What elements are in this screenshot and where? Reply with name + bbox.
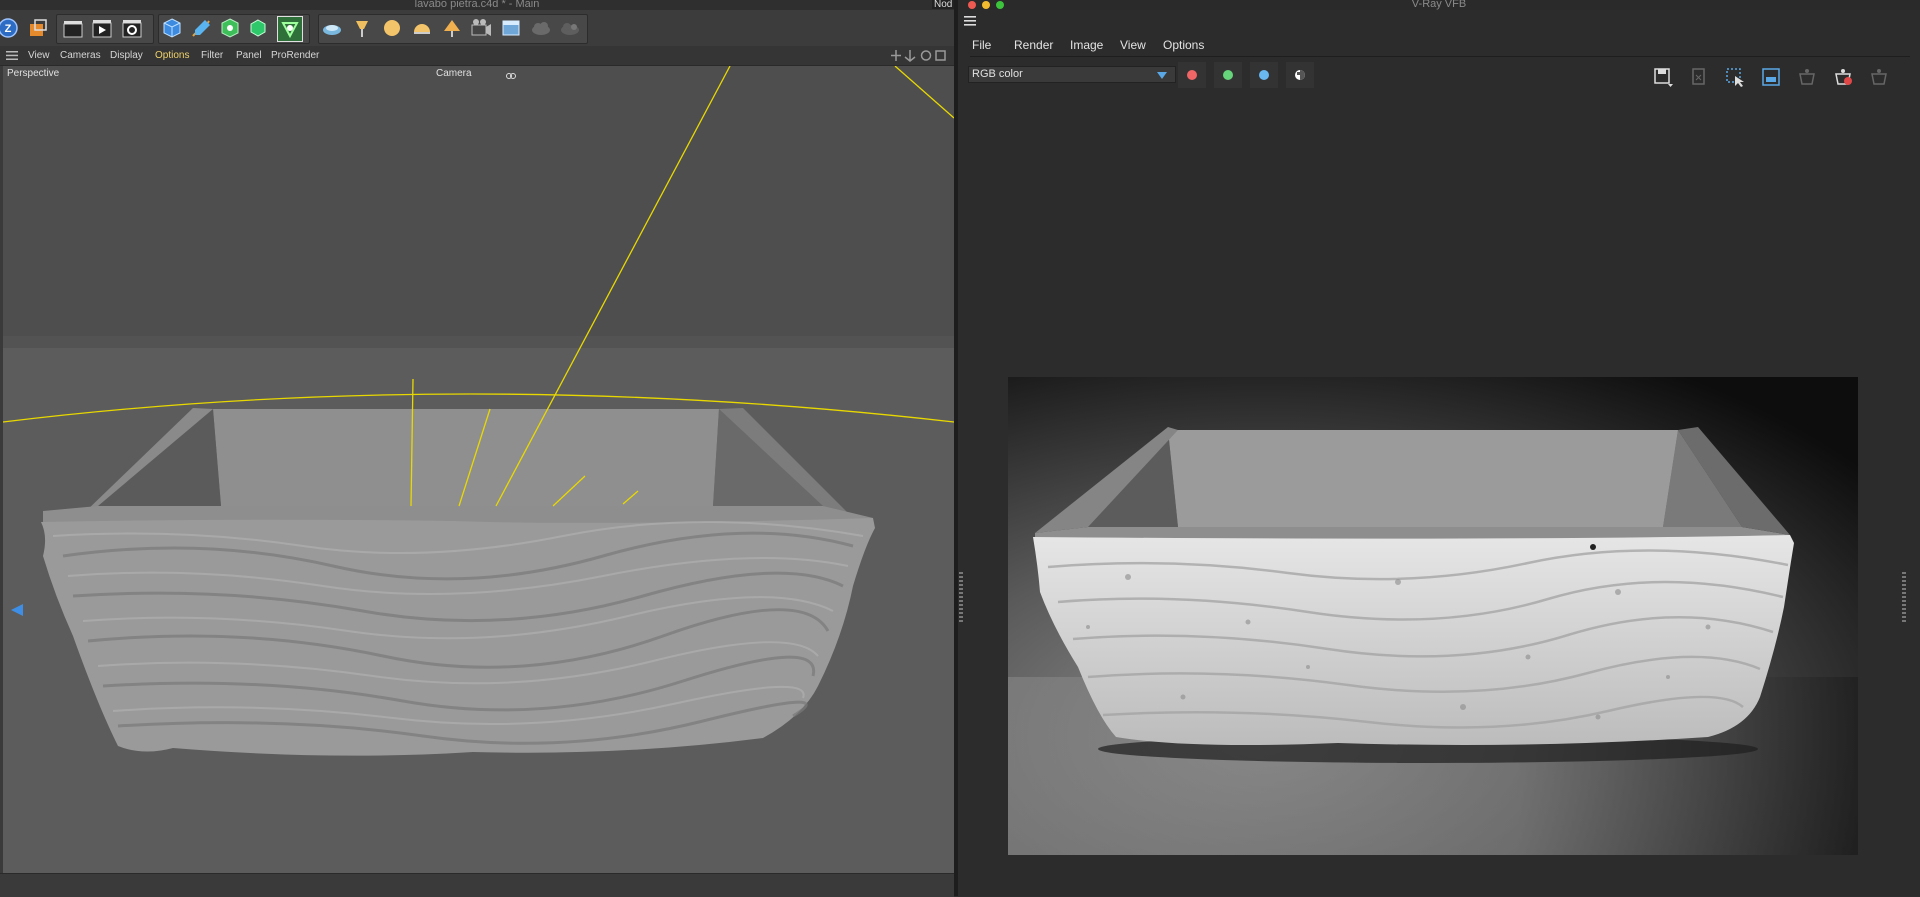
stop-render-icon[interactable]	[1832, 66, 1854, 86]
frame-icon[interactable]	[1760, 66, 1782, 86]
z-logo-icon[interactable]: Z	[0, 16, 20, 40]
render-settings-icon[interactable]	[120, 16, 144, 40]
menu-panel[interactable]: Panel	[236, 50, 262, 61]
minimize-window-icon[interactable]	[982, 1, 990, 9]
chevron-down-icon	[1157, 72, 1167, 79]
zoom-view-icon	[904, 50, 916, 62]
cloud-icon[interactable]	[529, 16, 553, 40]
sky-icon[interactable]	[320, 16, 344, 40]
render-teapot-icon[interactable]	[1868, 66, 1890, 86]
vfb-menu-file[interactable]: File	[972, 38, 991, 52]
deformer-icon[interactable]	[246, 16, 270, 40]
hamburger-icon[interactable]	[6, 51, 18, 60]
region-render-icon[interactable]	[1724, 66, 1746, 87]
pen-spline-icon[interactable]	[189, 16, 213, 40]
maximize-window-icon[interactable]	[996, 1, 1004, 9]
channel-select-value: RGB color	[972, 68, 1023, 80]
menu-prorender[interactable]: ProRender	[271, 50, 319, 61]
menu-options[interactable]: Options	[155, 50, 189, 61]
viewport-scene	[3, 66, 954, 873]
vfb-menu-render[interactable]: Render	[1014, 38, 1053, 52]
vfb-menu-bar: File Render Image View Options	[970, 34, 1910, 57]
c4d-bottom-bar	[0, 873, 954, 897]
red-dot-icon	[1187, 70, 1197, 80]
vfb-hamburger-icon[interactable]	[964, 14, 978, 26]
subdivision-icon[interactable]	[218, 16, 242, 40]
close-window-icon[interactable]	[968, 1, 976, 9]
clear-image-icon[interactable]	[1688, 66, 1710, 86]
blue-dot-icon	[1259, 70, 1269, 80]
c4d-title-bar: lavabo pietra.c4d * - Main	[0, 0, 954, 10]
right-resize-grip[interactable]	[1902, 572, 1906, 624]
background-icon[interactable]	[499, 16, 523, 40]
floor-lamp-icon[interactable]	[350, 16, 374, 40]
rendered-image	[1008, 377, 1858, 855]
dome-light-icon[interactable]	[410, 16, 434, 40]
menu-cameras[interactable]: Cameras	[60, 50, 101, 61]
vfb-menu-options[interactable]: Options	[1163, 38, 1204, 52]
alpha-icon	[1295, 70, 1305, 80]
channel-select[interactable]: RGB color	[968, 66, 1176, 83]
svg-text:Z: Z	[5, 23, 12, 35]
c4d-window: lavabo pietra.c4d * - Main Z View Camera…	[0, 0, 954, 897]
save-image-icon[interactable]	[1652, 66, 1674, 87]
vray-vfb-window: V-Ray VFB File Render Image View Options…	[954, 0, 1920, 896]
camera-icon[interactable]	[469, 16, 493, 40]
left-resize-grip[interactable]	[959, 572, 963, 624]
clapboard-icon[interactable]	[61, 16, 85, 40]
vfb-title-bar: V-Ray VFB	[958, 0, 1920, 10]
vfb-menu-view[interactable]: View	[1120, 38, 1146, 52]
perspective-viewport[interactable]: Perspective Camera	[3, 66, 954, 873]
maximize-view-icon	[935, 50, 946, 61]
spot-light-icon[interactable]	[440, 16, 464, 40]
camera-link-icon[interactable]	[506, 68, 516, 79]
vfb-menu-image[interactable]: Image	[1070, 38, 1103, 52]
green-dot-icon	[1223, 70, 1233, 80]
menu-filter[interactable]: Filter	[201, 50, 223, 61]
move-view-icon	[891, 50, 901, 61]
menu-view[interactable]: View	[28, 50, 50, 61]
vfb-toolbar: RGB color	[968, 62, 1908, 90]
green-channel-toggle[interactable]	[1214, 62, 1242, 88]
blue-channel-toggle[interactable]	[1250, 62, 1278, 88]
viewport-menu-bar: View Cameras Display Options Filter Pane…	[0, 46, 954, 66]
render-play-icon[interactable]	[90, 16, 114, 40]
interactive-render-icon[interactable]	[1796, 66, 1818, 86]
cube-icon[interactable]	[160, 16, 184, 40]
menu-display[interactable]: Display	[110, 50, 143, 61]
environment-icon[interactable]	[277, 16, 303, 42]
c4d-toolbar: Z	[0, 10, 954, 47]
sphere-light-icon[interactable]	[380, 16, 404, 40]
vfb-window-title: V-Ray VFB	[1411, 0, 1467, 10]
rotate-view-icon	[920, 50, 932, 61]
cloud-group-icon[interactable]	[558, 16, 582, 40]
viewport-nav-icons	[890, 49, 950, 62]
viewport-camera-label[interactable]: Camera	[436, 68, 472, 79]
render-region-icon[interactable]	[26, 16, 50, 40]
red-channel-toggle[interactable]	[1178, 62, 1206, 88]
viewport-label: Perspective	[7, 68, 60, 79]
c4d-window-title: lavabo pietra.c4d * - Main	[414, 0, 540, 10]
alpha-channel-toggle[interactable]	[1286, 62, 1314, 88]
